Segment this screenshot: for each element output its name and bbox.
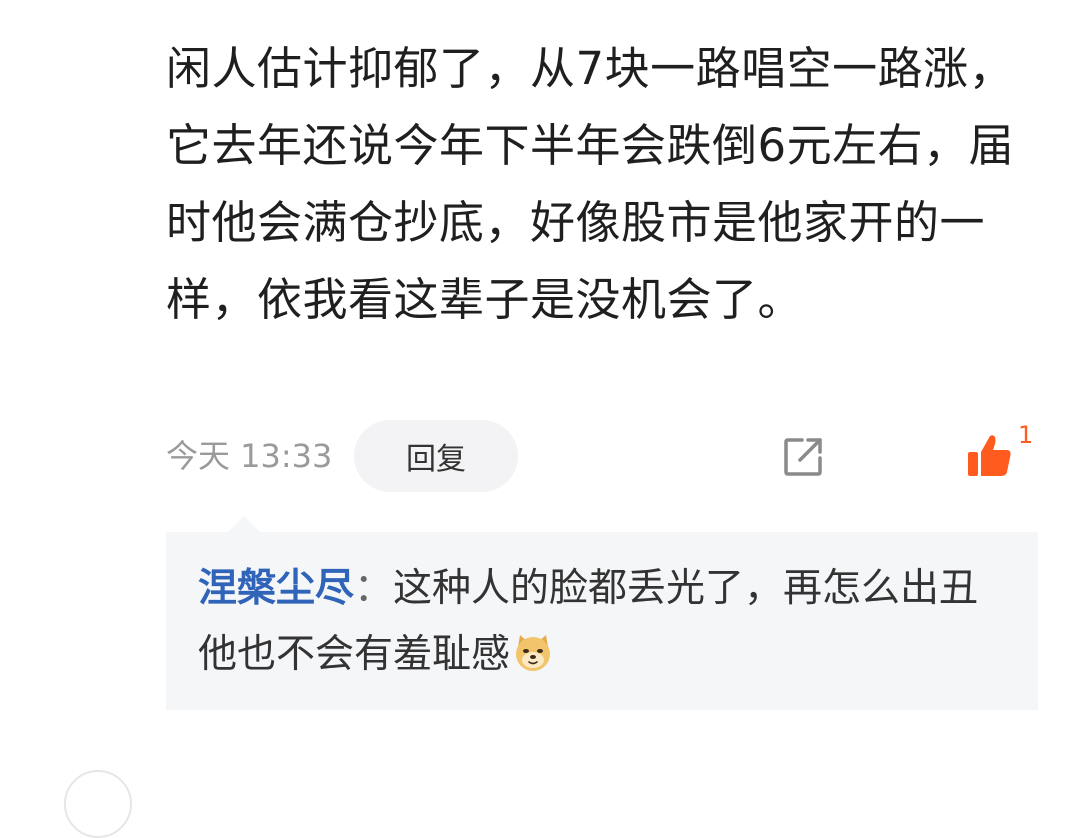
reply-pointer [228,516,260,532]
reply-author[interactable]: 涅槃尘尽 [198,566,354,611]
share-external-icon[interactable] [782,434,826,478]
like-count: 1 [1018,421,1034,449]
reply-button[interactable]: 回复 [354,420,518,492]
comment-timestamp: 今天 13:33 [166,437,333,475]
reply-box[interactable]: 涅槃尘尽：这种人的脸都丢光了，再怎么出丑他也不会有羞耻感 [166,532,1038,710]
next-comment-avatar[interactable] [64,770,132,838]
previous-line-cutoff [168,0,368,6]
reply-text-line: 涅槃尘尽：这种人的脸都丢光了，再怎么出丑他也不会有羞耻感 [198,556,998,688]
comment-text: 闲人估计抑郁了，从7块一路唱空一路涨，它去年还说今年下半年会跌倒6元左右，届时他… [166,42,1015,326]
doge-emoji-icon [516,635,551,671]
comment-meta-row: 今天 13:33 回复 1 [166,420,1038,492]
like-button[interactable]: 1 [966,421,1038,484]
thumbs-up-icon [968,435,1011,476]
reply-separator: ： [354,566,394,611]
